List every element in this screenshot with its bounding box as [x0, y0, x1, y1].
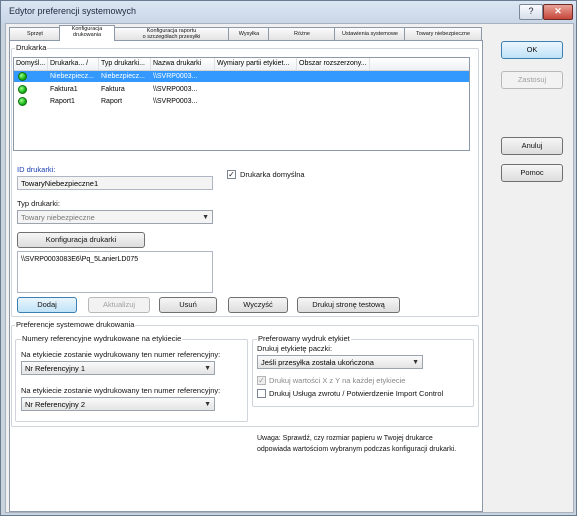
- return-service-checkbox[interactable]: [257, 389, 266, 398]
- label-print-group-label: Preferowany wydruk etykiet: [257, 334, 351, 343]
- row-printer: Faktura1: [50, 86, 78, 93]
- preferences-window: Edytor preferencji systemowych ? ✕ Sprzę…: [0, 0, 577, 516]
- printer-id-field[interactable]: TowaryNiebezpieczne1: [17, 176, 213, 190]
- tab-print-config[interactable]: Konfiguracja drukowania: [59, 25, 115, 41]
- chevron-down-icon: ▼: [204, 401, 211, 408]
- tab-shipment-report[interactable]: Konfiguracja raportu o szczegółach przesy…: [113, 27, 230, 40]
- printer-row[interactable]: Niebezpiecz... Niebezpiecz... \\SVRP0003…: [14, 71, 469, 82]
- col-extended-area[interactable]: Obszar rozszerzony...: [297, 58, 370, 70]
- tab-hardware[interactable]: Sprzęt: [9, 27, 61, 40]
- add-button[interactable]: Dodaj: [17, 297, 77, 313]
- row-device: \\SVRP0003...: [153, 73, 198, 80]
- ok-button[interactable]: OK: [501, 41, 563, 59]
- print-x-of-y-label: Drukuj wartości X z Y na każdej etykieci…: [269, 376, 406, 385]
- col-printer[interactable]: Drukarka... /: [48, 58, 99, 70]
- tab-dangerous-goods[interactable]: Towary niebezpieczne: [404, 27, 482, 40]
- return-service-label: Drukuj Usługa zwrotu / Potwierdzenie Imp…: [269, 389, 444, 398]
- col-label-batch[interactable]: Wymiary partii etykiet...: [215, 58, 297, 70]
- reference-group-label: Numery referencyjne wydrukowane na etyki…: [21, 334, 183, 343]
- row-printer: Raport1: [50, 98, 75, 105]
- paper-size-note: Uwaga: Sprawdź, czy rozmiar papieru w Tw…: [257, 435, 457, 453]
- close-window-button[interactable]: ✕: [543, 4, 573, 20]
- help-title-button[interactable]: ?: [519, 4, 543, 20]
- ref2-select[interactable]: Nr Referencyjny 2 ▼: [21, 397, 215, 411]
- system-prefs-group-label: Preferencje systemowe drukowania: [15, 320, 136, 329]
- row-device: \\SVRP0003...: [153, 98, 198, 105]
- print-label-select[interactable]: Jeśli przesyłka została ukończona ▼: [257, 355, 423, 369]
- tab-misc[interactable]: Różne: [268, 27, 336, 40]
- status-ok-icon: [18, 72, 27, 81]
- status-ok-icon: [18, 97, 27, 106]
- printer-type-label: Typ drukarki:: [17, 199, 60, 208]
- help-button[interactable]: Pomoc: [501, 164, 563, 182]
- col-printer-name[interactable]: Nazwa drukarki: [151, 58, 215, 70]
- row-type: Faktura: [101, 86, 125, 93]
- chevron-down-icon: ▼: [204, 365, 211, 372]
- chevron-down-icon: ▼: [202, 214, 209, 221]
- remove-button[interactable]: Usuń: [159, 297, 217, 313]
- printer-id-label: ID drukarki:: [17, 165, 56, 174]
- printer-row[interactable]: Faktura1 Faktura \\SVRP0003...: [14, 84, 469, 95]
- printer-group-label: Drukarka: [15, 43, 48, 52]
- window-title: Edytor preferencji systemowych: [9, 6, 137, 16]
- update-button[interactable]: Aktualizuj: [88, 297, 150, 313]
- printer-config-button[interactable]: Konfiguracja drukarki: [17, 232, 145, 248]
- print-x-of-y-checkbox[interactable]: ✓: [257, 376, 266, 385]
- apply-button[interactable]: Zastosuj: [501, 71, 563, 89]
- row-device: \\SVRP0003...: [153, 86, 198, 93]
- row-printer: Niebezpiecz...: [50, 73, 94, 80]
- chevron-down-icon: ▼: [412, 359, 419, 366]
- default-printer-label: Drukarka domyślna: [240, 170, 305, 179]
- tab-shipping[interactable]: Wysyłka: [228, 27, 270, 40]
- printer-list[interactable]: Domyśl... Drukarka... / Typ drukarki... …: [13, 57, 470, 151]
- printer-list-header: Domyśl... Drukarka... / Typ drukarki... …: [14, 58, 469, 71]
- printer-type-select[interactable]: Towary niebezpieczne ▼: [17, 210, 213, 224]
- ref1-select[interactable]: Nr Referencyjny 1 ▼: [21, 361, 215, 375]
- title-bar: Edytor preferencji systemowych ? ✕: [1, 1, 576, 23]
- col-printer-type[interactable]: Typ drukarki...: [99, 58, 151, 70]
- col-default[interactable]: Domyśl...: [14, 58, 48, 70]
- printer-path-box[interactable]: \\SVRP0003083E6\Pq_5LanierLD075: [17, 251, 213, 293]
- ref1-label: Na etykiecie zostanie wydrukowany ten nu…: [21, 350, 221, 359]
- status-ok-icon: [18, 85, 27, 94]
- clear-button[interactable]: Wyczyść: [228, 297, 288, 313]
- cancel-button[interactable]: Anuluj: [501, 137, 563, 155]
- row-type: Raport: [101, 98, 123, 105]
- tab-strip: Sprzęt Konfiguracja drukowania Konfigurac…: [9, 25, 489, 41]
- printer-row[interactable]: Raport1 Raport \\SVRP0003...: [14, 96, 469, 107]
- ref2-label: Na etykiecie zostanie wydrukowany ten nu…: [21, 386, 221, 395]
- print-test-page-button[interactable]: Drukuj stronę testową: [297, 297, 400, 313]
- tab-system-settings[interactable]: Ustawienia systemowe: [334, 27, 406, 40]
- print-label-label: Drukuj etykietę paczki:: [257, 344, 333, 353]
- row-type: Niebezpiecz...: [101, 73, 145, 80]
- default-printer-checkbox[interactable]: ✓: [227, 170, 236, 179]
